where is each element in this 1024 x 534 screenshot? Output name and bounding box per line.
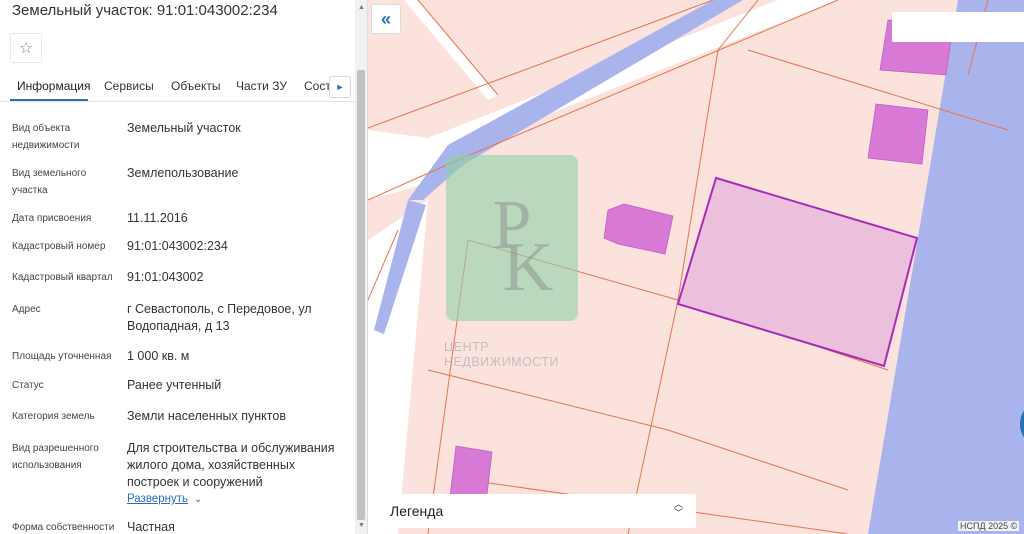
attribute-label: Кадастровый номер bbox=[12, 241, 106, 252]
attribute-value: Земли населенных пунктов bbox=[127, 409, 286, 423]
cadastral-map[interactable]: P K ЦЕНТР НЕДВИЖИМОСТИ « Легенда ︿ ﹀ НСПД… bbox=[368, 0, 1024, 534]
watermark-line: ЦЕНТР bbox=[444, 340, 490, 354]
tab-state[interactable]: Сост bbox=[304, 79, 331, 93]
tab-information[interactable]: Информация bbox=[17, 79, 90, 93]
info-panel: Земельный участок: 91:01:043002:234 ☆ Ин… bbox=[0, 0, 368, 534]
legend-label: Легенда bbox=[390, 503, 444, 519]
expand-collapse-icon[interactable]: ︿ ﹀ bbox=[674, 500, 683, 518]
attribute-value: 91:01:043002:234 bbox=[127, 239, 228, 253]
expand-link[interactable]: Развернуть bbox=[127, 493, 188, 505]
attribute-label: Форма собственности bbox=[12, 522, 115, 533]
panel-title: Земельный участок: 91:01:043002:234 bbox=[12, 2, 278, 19]
star-icon[interactable]: ☆ bbox=[10, 33, 42, 63]
selected-parcel bbox=[676, 176, 919, 368]
attribute-label: Вид объекта недвижимости bbox=[12, 123, 80, 151]
svg-text:K: K bbox=[503, 229, 554, 306]
attribute-value: Землепользование bbox=[127, 166, 239, 180]
scroll-down-icon[interactable]: ▼ bbox=[358, 522, 365, 529]
attribute-value: Ранее учтенный bbox=[127, 378, 222, 392]
attribute-label: Статус bbox=[12, 380, 44, 391]
attribute-value: Земельный участок bbox=[127, 121, 241, 135]
watermark-caption: ЦЕНТР НЕДВИЖИМОСТИ bbox=[444, 340, 559, 370]
tab-bar: Информация Сервисы Объекты Части ЗУ Сост bbox=[0, 70, 356, 102]
chevron-right-icon[interactable]: ► bbox=[329, 76, 351, 98]
watermark-logo: P K bbox=[446, 155, 578, 321]
attribute-value: Для строительства и обслуживания жилого … bbox=[127, 441, 335, 489]
attribute-label: Вид земельного участка bbox=[12, 168, 87, 196]
panel-scrollbar[interactable]: ▲ ▼ bbox=[355, 0, 367, 534]
scroll-thumb[interactable] bbox=[357, 70, 365, 520]
collapse-panel-button[interactable]: « bbox=[371, 4, 401, 34]
attribute-value: Частная bbox=[127, 520, 175, 534]
tab-parts[interactable]: Части ЗУ bbox=[236, 79, 287, 93]
attribute-label: Кадастровый квартал bbox=[12, 272, 113, 283]
attribute-label: Вид разрешенного использования bbox=[12, 443, 99, 471]
attribute-value: 1 000 кв. м bbox=[127, 349, 190, 363]
map-canvas[interactable]: P K bbox=[368, 0, 1024, 534]
attribute-label: Категория земель bbox=[12, 411, 95, 422]
watermark-line: НЕДВИЖИМОСТИ bbox=[444, 355, 560, 369]
tab-services[interactable]: Сервисы bbox=[104, 79, 154, 93]
attribute-value: г Севастополь, с Передовое, ул Водопадна… bbox=[127, 302, 312, 333]
attribute-value: 11.11.2016 bbox=[127, 211, 188, 225]
tab-objects[interactable]: Объекты bbox=[171, 79, 221, 93]
chevron-down-icon[interactable]: ⌄ bbox=[194, 494, 202, 505]
attribute-label: Площадь уточненная bbox=[12, 351, 112, 362]
expand-container: Развернуть ⌄ bbox=[127, 490, 347, 508]
map-search-box[interactable] bbox=[892, 12, 1024, 42]
map-copyright: НСПД 2025 © bbox=[958, 521, 1020, 531]
building bbox=[867, 103, 929, 165]
scroll-up-icon[interactable]: ▲ bbox=[358, 4, 365, 11]
building bbox=[603, 203, 674, 255]
attribute-value: 91:01:043002 bbox=[127, 270, 204, 284]
attribute-label: Адрес bbox=[12, 304, 41, 315]
road bbox=[448, 0, 743, 165]
attribute-label: Дата присвоения bbox=[12, 213, 92, 224]
legend-dropdown[interactable]: Легенда ︿ ﹀ bbox=[378, 494, 696, 528]
active-tab-indicator bbox=[10, 99, 88, 101]
